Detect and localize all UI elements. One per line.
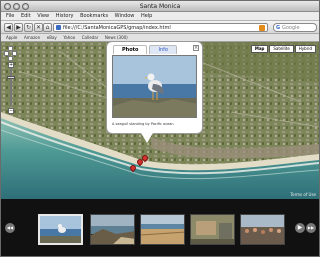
back-button[interactable]: ◀ [4, 23, 13, 32]
photo-filmstrip: ◀◀ ▶ ▶▶ [1, 199, 319, 256]
search-engine-icon[interactable]: G [276, 24, 280, 32]
search-input[interactable]: Google [282, 24, 300, 32]
info-window-tabs: Photo Info [113, 45, 177, 54]
browser-window: Santa Monica File Edit View History Book… [0, 0, 320, 257]
bookmark-item[interactable]: Apple [6, 34, 17, 42]
rocks-thumbnail [91, 215, 134, 244]
tab-photo[interactable]: Photo [113, 45, 148, 54]
tab-info[interactable]: Info [149, 45, 177, 54]
info-window-tail [141, 133, 153, 143]
stop-button[interactable]: ✕ [34, 23, 43, 32]
menu-bookmarks[interactable]: Bookmarks [80, 12, 108, 21]
menu-history[interactable]: History [56, 12, 74, 21]
filmstrip-next-button[interactable]: ▶▶ [306, 223, 316, 233]
rss-icon[interactable] [259, 25, 265, 31]
bookmark-item[interactable]: eBay [47, 34, 57, 42]
seagull-photo [112, 55, 197, 118]
photo-caption: A seagull standing by Pacific ocean [112, 122, 174, 126]
close-icon[interactable]: × [193, 45, 199, 51]
favicon-icon [56, 25, 61, 30]
address-text[interactable]: file:///C:/SantaMonicaGPS/gmap/index.htm… [63, 24, 171, 32]
bookmark-item[interactable]: Amazon [24, 34, 40, 42]
bookmark-item[interactable]: Calledar [82, 34, 99, 42]
address-bar[interactable]: file:///C:/SantaMonicaGPS/gmap/index.htm… [53, 23, 268, 32]
navigation-toolbar: ◀ ▶ ↻ ✕ ⌂ file:///C:/SantaMonicaGPS/gmap… [1, 21, 319, 34]
map-info-window: Photo Info × A seagull standing by Pacif… [106, 41, 203, 143]
map-type-control: Map Satellite Hybrid [250, 45, 316, 53]
filmstrip-thumbnail[interactable] [240, 214, 285, 245]
menu-view[interactable]: View [37, 12, 49, 21]
crowd-thumbnail [241, 215, 284, 244]
menu-help[interactable]: Help [141, 12, 152, 21]
menu-bar: File Edit View History Bookmarks Window … [1, 12, 319, 21]
map-type-hybrid-button[interactable]: Hybrid [294, 45, 316, 53]
map-type-map-button[interactable]: Map [250, 45, 269, 53]
filmstrip-thumbnail[interactable] [90, 214, 135, 245]
map-zoom-control: + − [4, 46, 18, 116]
filmstrip-thumbnail[interactable] [140, 214, 185, 245]
filmstrip-thumbnail[interactable] [190, 214, 235, 245]
sign-thumbnail [191, 215, 234, 244]
menu-edit[interactable]: Edit [21, 12, 31, 21]
menu-file[interactable]: File [6, 12, 14, 21]
map-terms-link[interactable]: Terms of Use [290, 192, 316, 197]
title-bar: Santa Monica [1, 1, 319, 12]
forward-button[interactable]: ▶ [14, 23, 23, 32]
zoom-slider-handle[interactable] [7, 76, 15, 79]
window-title: Santa Monica [139, 3, 181, 10]
beach-thumbnail [141, 215, 184, 244]
seagull-thumbnail [40, 216, 81, 243]
menu-window[interactable]: Window [115, 12, 135, 21]
home-button[interactable]: ⌂ [43, 23, 52, 32]
search-box[interactable]: G Google [273, 23, 317, 32]
filmstrip-next-arrow[interactable]: ▶ [295, 223, 305, 233]
zoom-slider[interactable] [10, 68, 12, 106]
map-type-satellite-button[interactable]: Satellite [269, 45, 294, 53]
pan-down-button[interactable] [8, 56, 13, 61]
filmstrip-prev-button[interactable]: ◀◀ [5, 223, 15, 233]
zoom-out-button[interactable]: − [8, 108, 14, 114]
filmstrip-thumbnail[interactable] [38, 214, 83, 245]
reload-button[interactable]: ↻ [24, 23, 33, 32]
bookmark-item[interactable]: Yahoo [63, 34, 75, 42]
